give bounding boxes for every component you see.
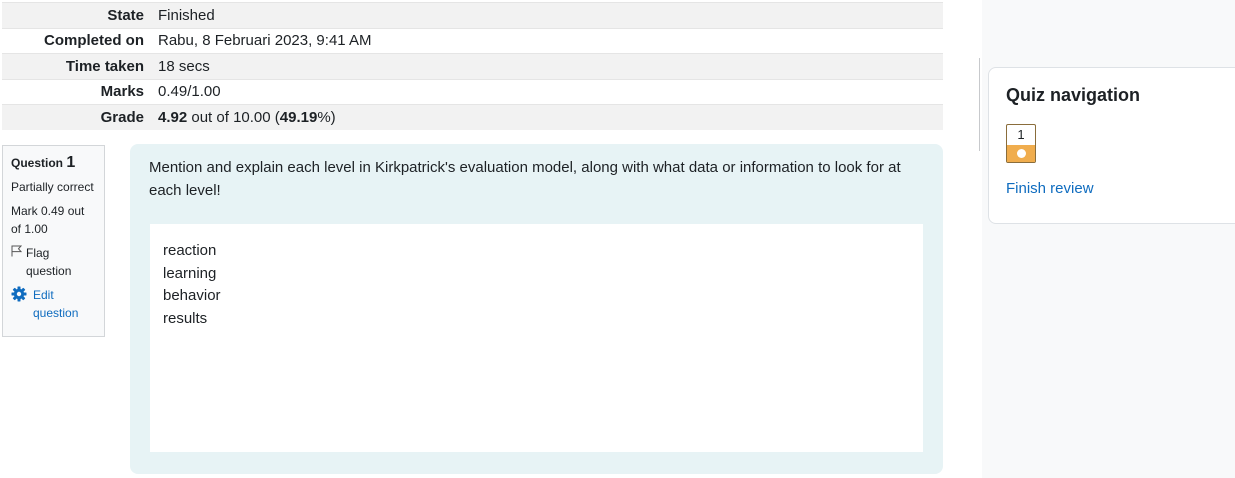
summary-label: State [107, 6, 144, 24]
answer-line: reaction [163, 242, 217, 259]
summary-label: Marks [100, 83, 144, 101]
grade-mid: out of 10.00 ( [187, 109, 280, 126]
question-state: Partially correct [11, 180, 94, 194]
answer-line: behavior [163, 287, 221, 304]
grade-score: 4.92 [158, 109, 188, 126]
flag-question-label: Flag question [26, 246, 72, 278]
drawer-divider [979, 58, 980, 151]
summary-label: Time taken [65, 57, 144, 75]
summary-label: Completed on [44, 32, 144, 50]
answer-line: results [163, 309, 208, 327]
partially-correct-status [1007, 145, 1035, 162]
question-text: Mention and explain each level in Kirkpa… [149, 159, 901, 199]
question-content: Mention and explain each level in Kirkpa… [130, 144, 943, 474]
grade-end: %) [317, 109, 336, 126]
flag-question-button[interactable]: Flag question [11, 244, 96, 280]
answer-box: reaction learning behavior results [150, 224, 923, 452]
summary-value: 4.92 out of 10.00 (49.19%) [151, 105, 943, 131]
flag-icon [11, 244, 23, 280]
question-grade: Mark 0.49 out of 1.00 [11, 204, 85, 236]
summary-label: Grade [100, 109, 144, 126]
quiz-navigation-title: Quiz navigation [1006, 85, 1141, 105]
grade-percent: 49.19 [279, 109, 318, 126]
summary-value: 18 secs [158, 57, 210, 75]
question-nav-number: 1 [1017, 127, 1025, 142]
summary-row-marks: Marks 0.49/1.00 [2, 79, 943, 105]
quiz-navigation-block: Quiz navigation 1 Finish review [988, 67, 1235, 224]
summary-row-time-taken: Time taken 18 secs [2, 53, 943, 79]
question-prefix: Question [11, 156, 64, 170]
question-number-value: 1 [66, 154, 76, 171]
summary-value: Rabu, 8 Februari 2023, 9:41 AM [158, 32, 372, 50]
question-nav-button[interactable]: 1 [1006, 124, 1036, 163]
quiz-summary-table: State Finished Completed on Rabu, 8 Febr… [2, 2, 943, 130]
finish-review-link[interactable]: Finish review [1006, 180, 1094, 197]
edit-question-label: Edit question [33, 288, 79, 320]
summary-row-state: State Finished [2, 2, 943, 28]
summary-value: 0.49/1.00 [158, 83, 221, 101]
gear-icon [11, 286, 27, 322]
summary-row-completed-on: Completed on Rabu, 8 Februari 2023, 9:41… [2, 28, 943, 54]
partial-dot-icon [1016, 149, 1026, 158]
summary-row-grade: Grade 4.92 out of 10.00 (49.19%) [2, 104, 943, 131]
question-number: Question 1 [11, 154, 96, 172]
answer-line: learning [163, 264, 217, 282]
summary-value: Finished [158, 6, 215, 24]
question-info: Question 1 Partially correct Mark 0.49 o… [2, 145, 105, 337]
edit-question-link[interactable]: Edit question [11, 286, 96, 322]
